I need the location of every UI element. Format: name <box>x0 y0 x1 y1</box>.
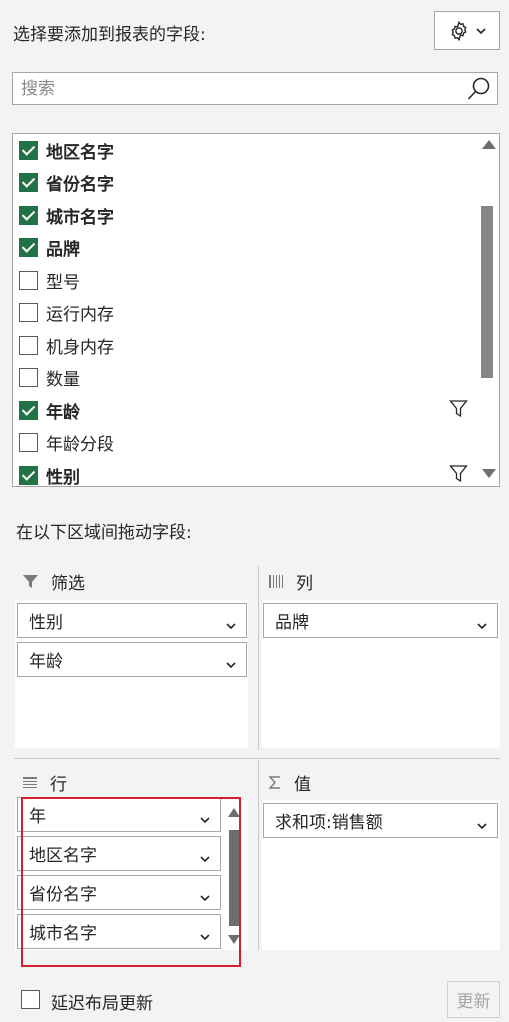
chevron-down-icon[interactable] <box>226 615 236 634</box>
scroll-thumb[interactable] <box>481 206 493 378</box>
field-label: 年龄分段 <box>46 435 114 455</box>
rows-icon <box>22 776 38 790</box>
columns-icon <box>268 574 284 589</box>
gear-icon <box>448 20 470 42</box>
defer-layout-update-checkbox[interactable] <box>21 990 40 1009</box>
checkbox[interactable] <box>19 433 38 452</box>
field-list-item[interactable]: 数量 <box>13 362 477 394</box>
checkbox-checked[interactable] <box>19 205 38 225</box>
filters-area-title: 筛选 <box>51 574 85 594</box>
field-list-item[interactable]: 机身内存 <box>13 329 477 361</box>
chevron-down-icon[interactable] <box>477 615 487 634</box>
checkbox[interactable] <box>19 270 38 290</box>
value-field-pill[interactable]: 求和项:销售额 <box>263 803 498 838</box>
field-label: 运行内存 <box>46 305 114 325</box>
field-list-item[interactable]: 地区名字 <box>13 134 477 166</box>
panel-title: 选择要添加到报表的字段: <box>13 25 206 45</box>
update-button[interactable]: 更新 <box>447 981 500 1018</box>
field-label: 数量 <box>46 370 80 390</box>
columns-area-header: 列 <box>268 569 313 594</box>
field-list-item[interactable]: 品牌 <box>13 232 477 264</box>
filter-icon[interactable] <box>449 399 468 422</box>
row-field-pill[interactable]: 年 <box>17 797 221 832</box>
values-area-title: 值 <box>294 775 311 795</box>
row-field-pill[interactable]: 城市名字 <box>17 914 221 949</box>
column-field-pill[interactable]: 品牌 <box>263 603 498 638</box>
field-list-item[interactable]: 省份名字 <box>13 167 477 199</box>
row-field-label: 年 <box>29 807 46 827</box>
row-field-pill[interactable]: 地区名字 <box>17 836 221 871</box>
field-list-item[interactable]: 型号 <box>13 264 477 296</box>
field-list-item[interactable]: 城市名字 <box>13 199 477 231</box>
checkbox-checked[interactable] <box>19 465 38 485</box>
area-divider-vertical-bottom <box>258 760 259 950</box>
chevron-down-icon[interactable] <box>226 654 236 673</box>
chevron-down-icon[interactable] <box>477 815 487 834</box>
drag-areas-title: 在以下区域间拖动字段: <box>16 523 192 543</box>
row-field-label: 省份名字 <box>29 885 97 905</box>
field-list: 地区名字省份名字城市名字品牌型号运行内存机身内存数量年龄年龄分段性别 <box>12 133 500 487</box>
area-divider-vertical-top <box>258 566 259 750</box>
checkbox-checked[interactable] <box>19 238 38 257</box>
field-list-item[interactable]: 年龄 <box>13 394 477 426</box>
rows-area-header: 行 <box>22 770 67 795</box>
checkbox-checked[interactable] <box>19 400 38 420</box>
sigma-icon <box>268 775 282 790</box>
search-icon[interactable] <box>466 76 492 106</box>
checkbox[interactable] <box>19 368 38 387</box>
filter-icon <box>22 574 39 589</box>
filter-field-pill[interactable]: 性别 <box>17 603 247 638</box>
column-field-label: 品牌 <box>275 613 309 633</box>
scroll-down-arrow-icon[interactable] <box>482 469 496 478</box>
values-area-header: 值 <box>268 770 311 795</box>
area-divider-horizontal <box>14 758 500 759</box>
field-label: 性别 <box>46 467 80 487</box>
rows-area-scrollbar[interactable] <box>227 800 243 948</box>
checkbox[interactable] <box>19 303 38 322</box>
scroll-thumb[interactable] <box>229 830 239 926</box>
field-label: 年龄 <box>46 402 80 423</box>
settings-button[interactable] <box>434 11 500 50</box>
filter-field-pill[interactable]: 年龄 <box>17 642 247 677</box>
checkbox-checked[interactable] <box>19 173 38 192</box>
field-label: 品牌 <box>46 240 80 260</box>
field-label: 省份名字 <box>46 175 114 195</box>
row-field-label: 城市名字 <box>29 924 97 944</box>
checkbox[interactable] <box>19 335 38 355</box>
field-list-item[interactable]: 运行内存 <box>13 297 477 329</box>
value-field-label: 求和项:销售额 <box>275 813 383 833</box>
defer-layout-update-label: 延迟布局更新 <box>51 994 153 1014</box>
field-list-scrollbar[interactable] <box>479 134 499 486</box>
row-field-label: 地区名字 <box>29 846 97 866</box>
field-label: 机身内存 <box>46 337 114 358</box>
chevron-down-icon[interactable] <box>200 926 210 945</box>
filter-field-label: 年龄 <box>29 652 63 672</box>
filters-area-header: 筛选 <box>22 569 85 594</box>
columns-area-title: 列 <box>296 574 313 594</box>
scroll-up-arrow-icon[interactable] <box>482 140 496 149</box>
chevron-down-icon[interactable] <box>200 887 210 906</box>
scroll-down-arrow-icon[interactable] <box>228 935 240 944</box>
rows-area-title: 行 <box>50 775 67 795</box>
search-box <box>12 72 498 105</box>
filter-field-label: 性别 <box>29 613 63 633</box>
filter-icon[interactable] <box>449 464 468 486</box>
field-list-item[interactable]: 年龄分段 <box>13 427 477 459</box>
field-label: 城市名字 <box>46 207 114 228</box>
field-label: 地区名字 <box>46 142 114 163</box>
scroll-up-arrow-icon[interactable] <box>228 808 240 817</box>
checkbox-checked[interactable] <box>19 140 38 160</box>
field-list-item[interactable]: 性别 <box>13 459 477 487</box>
chevron-down-icon[interactable] <box>200 848 210 867</box>
chevron-down-icon[interactable] <box>200 809 210 828</box>
row-field-pill[interactable]: 省份名字 <box>17 875 221 910</box>
chevron-down-icon <box>476 27 486 35</box>
search-input[interactable] <box>21 77 461 101</box>
field-label: 型号 <box>46 272 80 293</box>
